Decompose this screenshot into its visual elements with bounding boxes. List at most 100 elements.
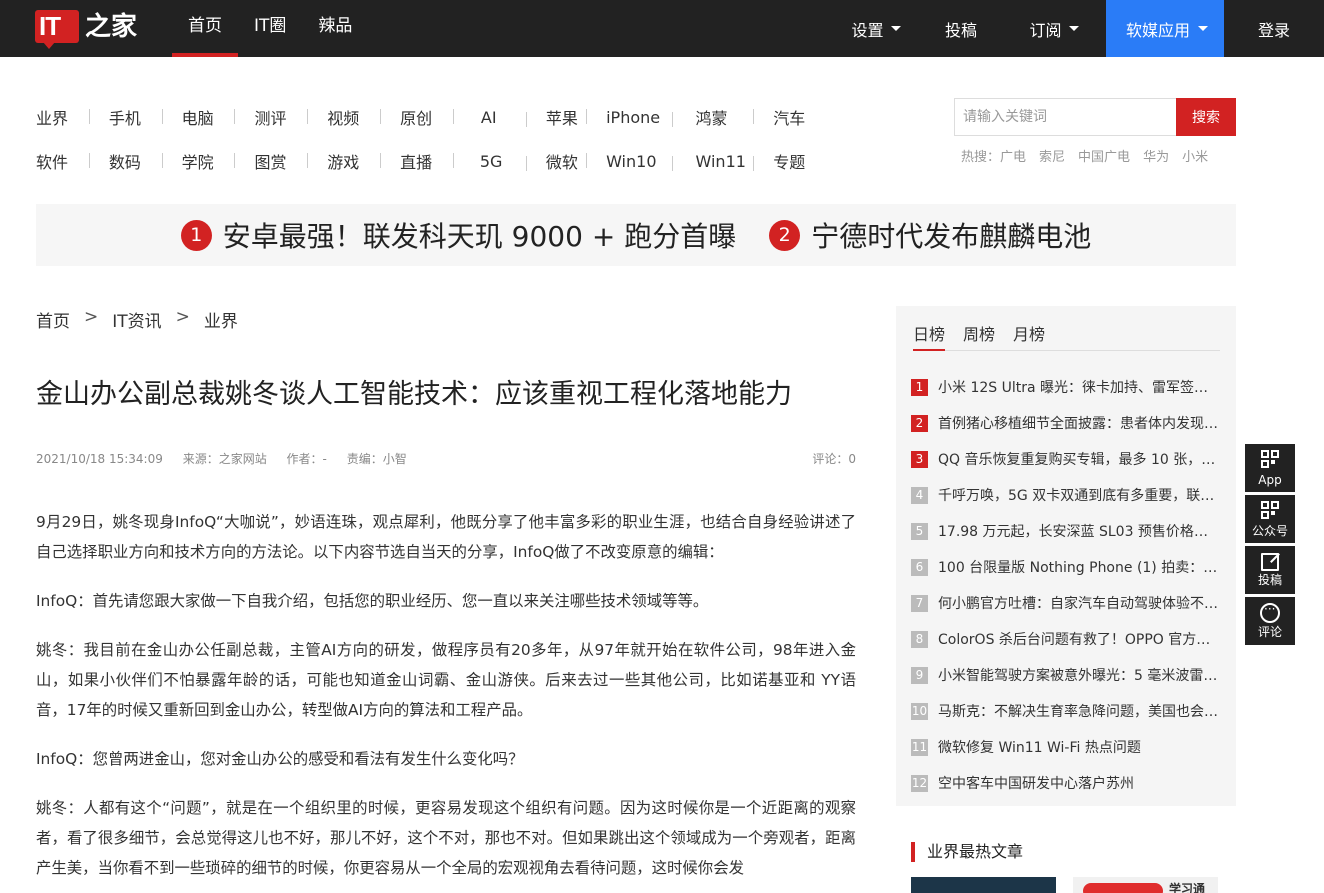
apps-menu[interactable]: 软媒应用: [1105, 0, 1224, 57]
rank-title[interactable]: 空中客车中国研发中心落户苏州: [938, 773, 1134, 793]
tab-monthly[interactable]: 月榜: [1013, 321, 1045, 351]
tool-label: 投稿: [1257, 573, 1282, 587]
category-link[interactable]: 游戏: [327, 149, 400, 173]
comment-count-link[interactable]: 评论：0: [812, 450, 856, 467]
subscribe-menu[interactable]: 订阅: [1003, 0, 1106, 57]
tab-daily[interactable]: 日榜: [913, 321, 946, 351]
nav-it-circle[interactable]: IT圈: [238, 0, 302, 57]
category-link[interactable]: 直播: [400, 149, 473, 173]
hot-search-label: 热搜：: [961, 150, 1001, 165]
ranking-item[interactable]: 5 17.98 万元起，长安深蓝 SL03 预售价格公布…: [911, 513, 1218, 549]
wechat-qr-button[interactable]: 公众号: [1245, 495, 1295, 543]
category-link[interactable]: 图赏: [254, 149, 327, 173]
rank-number: 8: [911, 630, 928, 648]
tab-weekly[interactable]: 周榜: [963, 321, 995, 351]
category-link[interactable]: 微软: [546, 149, 606, 173]
ranking-item[interactable]: 4 千呼万唤，5G 双卡双通到底有多重要，联发科…: [911, 477, 1218, 513]
rank-title[interactable]: ColorOS 杀后台问题有救了！OPPO 官方…: [938, 629, 1210, 649]
ranking-tabs: 日榜 周榜 月榜: [913, 321, 1220, 351]
breadcrumb-home[interactable]: 首页: [36, 307, 70, 332]
hot-keyword[interactable]: 华为: [1143, 146, 1169, 165]
floating-toolbar: App 公众号 投稿 评论: [1245, 444, 1295, 648]
search-input[interactable]: [954, 98, 1176, 136]
settings-menu[interactable]: 设置: [818, 0, 935, 57]
rank-title[interactable]: 小米智能驾驶方案被意外曝光：5 毫米波雷达…: [938, 665, 1218, 685]
article-body: 9月29日，姚冬现身InfoQ“大咖说”，妙语连珠，观点犀利，他既分享了他丰富多…: [36, 507, 856, 893]
hot-keyword[interactable]: 小米: [1182, 146, 1208, 165]
rank-title[interactable]: 千呼万唤，5G 双卡双通到底有多重要，联发科…: [938, 485, 1218, 505]
submit-article-link[interactable]: 投稿: [935, 0, 987, 57]
ranking-list: 1 小米 12S Ultra 曝光：徕卡加持、雷军签名版… 2 首例猪心移植细节全面…: [911, 369, 1218, 801]
headline-text[interactable]: 安卓最强！联发科天玑 9000 + 跑分首曝: [223, 215, 736, 255]
ranking-item[interactable]: 11 微软修复 Win11 Wi-Fi 热点问题: [911, 729, 1218, 765]
category-link[interactable]: 数码: [109, 149, 182, 173]
article-paragraph: InfoQ：您曾两进金山，您对金山办公的感受和看法有发生什么变化吗？: [36, 750, 524, 768]
category-link[interactable]: 测评: [254, 105, 327, 129]
hot-search: 热搜： 广电 索尼 中国广电 华为 小米: [961, 146, 1221, 165]
ranking-item[interactable]: 1 小米 12S Ultra 曝光：徕卡加持、雷军签名版…: [911, 369, 1218, 405]
category-link[interactable]: 专题: [773, 149, 846, 173]
article-paragraph: InfoQ：首先请您跟大家做一下自我介绍，包括您的职业经历、您一直以来关注哪些技…: [36, 592, 709, 610]
rank-title[interactable]: 微软修复 Win11 Wi-Fi 热点问题: [938, 737, 1141, 757]
category-link[interactable]: 苹果: [546, 105, 606, 129]
ranking-item[interactable]: 7 何小鹏官方吐槽：自家汽车自动驾驶体验不…: [911, 585, 1218, 621]
rank-title[interactable]: 小米 12S Ultra 曝光：徕卡加持、雷军签名版…: [938, 377, 1218, 397]
category-link[interactable]: Win11: [692, 152, 774, 171]
category-link[interactable]: 5G: [473, 152, 546, 171]
category-link[interactable]: AI: [473, 108, 546, 127]
headline-number: 2: [769, 219, 801, 251]
site-logo[interactable]: IT 之家: [35, 7, 140, 49]
login-link[interactable]: 登录: [1224, 0, 1324, 57]
category-link[interactable]: 鸿蒙: [692, 105, 774, 129]
search-button[interactable]: 搜索: [1176, 98, 1236, 136]
ranking-item[interactable]: 12 空中客车中国研发中心落户苏州: [911, 765, 1218, 801]
category-grid: 业界 手机 电脑 测评 视频 原创 AI 苹果 iPhone 鸿蒙 汽车 软件 …: [36, 95, 846, 183]
rank-title[interactable]: 首例猪心移植细节全面披露：患者体内发现猪…: [938, 413, 1218, 433]
category-link[interactable]: 视频: [327, 105, 400, 129]
category-link[interactable]: 电脑: [182, 105, 255, 129]
rank-number: 2: [911, 414, 928, 432]
submit-button[interactable]: 投稿: [1245, 546, 1295, 594]
headline-text[interactable]: 宁德时代发布麒麟电池: [811, 215, 1091, 255]
breadcrumb-separator: >: [84, 307, 99, 327]
rank-title[interactable]: 100 台限量版 Nothing Phone (1) 拍卖：…: [938, 557, 1217, 577]
ranking-item[interactable]: 3 QQ 音乐恢复重复购买专辑，最多 10 张，…: [911, 441, 1218, 477]
breadcrumb-sub[interactable]: 业界: [204, 307, 238, 332]
ranking-item[interactable]: 2 首例猪心移植细节全面披露：患者体内发现猪…: [911, 405, 1218, 441]
ranking-item[interactable]: 10 马斯克：不解决生育率急降问题，美国也会…: [911, 693, 1218, 729]
ranking-item[interactable]: 8 ColorOS 杀后台问题有救了！OPPO 官方…: [911, 621, 1218, 657]
nav-lapin[interactable]: 辣品: [302, 0, 368, 57]
rank-title[interactable]: QQ 音乐恢复重复购买专辑，最多 10 张，…: [938, 449, 1215, 469]
category-link[interactable]: Win10: [606, 152, 691, 171]
nav-home[interactable]: 首页: [172, 0, 238, 57]
user-nav: 设置 投稿 订阅 软媒应用 登录: [818, 0, 1324, 57]
app-qr-button[interactable]: App: [1245, 444, 1295, 492]
article-thumbnail[interactable]: [911, 877, 1056, 893]
hot-keyword[interactable]: 索尼: [1039, 146, 1065, 165]
category-link[interactable]: iPhone: [606, 108, 691, 127]
category-link[interactable]: 汽车: [773, 105, 846, 129]
article-thumbnail[interactable]: 学习通: [1073, 877, 1218, 893]
hot-keyword[interactable]: 中国广电: [1078, 146, 1130, 165]
category-link[interactable]: 原创: [400, 105, 473, 129]
search-box: 搜索: [954, 98, 1236, 136]
ranking-item[interactable]: 9 小米智能驾驶方案被意外曝光：5 毫米波雷达…: [911, 657, 1218, 693]
logo-badge: IT: [35, 10, 79, 49]
headline-item[interactable]: 2 宁德时代发布麒麟电池: [769, 215, 1091, 255]
rank-title[interactable]: 何小鹏官方吐槽：自家汽车自动驾驶体验不…: [938, 593, 1218, 613]
ranking-item[interactable]: 6 100 台限量版 Nothing Phone (1) 拍卖：…: [911, 549, 1218, 585]
headline-item[interactable]: 1 安卓最强！联发科天玑 9000 + 跑分首曝: [180, 215, 736, 255]
rank-title[interactable]: 17.98 万元起，长安深蓝 SL03 预售价格公布…: [938, 521, 1218, 541]
breadcrumb-separator: >: [175, 307, 190, 327]
category-link[interactable]: 业界: [36, 105, 109, 129]
category-link[interactable]: 学院: [182, 149, 255, 173]
section-heading: 业界最热文章: [911, 842, 1023, 862]
breadcrumb-section[interactable]: IT资讯: [112, 307, 161, 332]
category-link[interactable]: 手机: [109, 105, 182, 129]
rank-title[interactable]: 马斯克：不解决生育率急降问题，美国也会…: [938, 701, 1218, 721]
category-link[interactable]: 软件: [36, 149, 109, 173]
rank-number: 10: [911, 702, 928, 720]
comment-button[interactable]: 评论: [1245, 597, 1295, 645]
hot-keyword[interactable]: 广电: [1000, 146, 1026, 165]
article-editor: 责编：小智: [346, 452, 407, 466]
